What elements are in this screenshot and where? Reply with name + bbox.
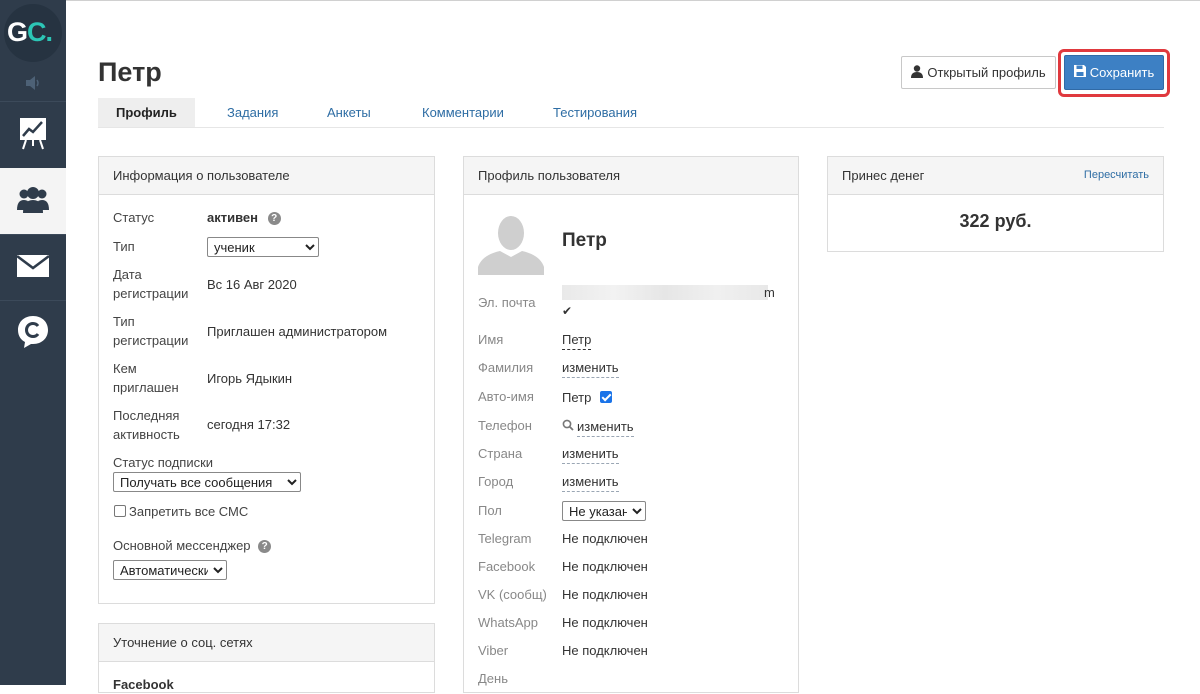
tab-comments[interactable]: Комментарии: [422, 98, 504, 127]
user-icon: [911, 64, 924, 81]
money-title: Принес денег Пересчитать: [828, 157, 1163, 195]
money-panel: Принес денег Пересчитать 322 руб.: [827, 156, 1164, 252]
facebook-label: Facebook: [478, 559, 536, 574]
floppy-disk-icon: [1073, 65, 1086, 80]
profile-title: Профиль пользователя: [464, 157, 798, 195]
nav-users[interactable]: [0, 168, 66, 234]
invited-by-label: Кем приглашен: [113, 361, 179, 395]
reg-type-label: Тип регистрации: [113, 314, 189, 348]
reg-date-label: Дата регистрации: [113, 267, 189, 301]
gender-label: Пол: [478, 503, 502, 518]
social-title: Уточнение о соц. сетях: [99, 624, 434, 662]
whatsapp-status: Не подключен: [562, 615, 648, 630]
save-button[interactable]: Сохранить: [1064, 55, 1164, 90]
gender-select[interactable]: Не указан: [562, 501, 646, 521]
type-label: Тип: [113, 239, 135, 254]
messenger-label: Основной мессенджер ?: [113, 536, 272, 555]
sidebar: GC.: [0, 0, 66, 685]
auto-name-label: Авто-имя: [478, 389, 534, 404]
no-sms-label: Запретить все СМС: [129, 504, 249, 519]
whatsapp-label: WhatsApp: [478, 615, 538, 630]
birthday-label: День: [478, 671, 508, 686]
phone-edit[interactable]: изменить: [577, 417, 634, 437]
phone-label: Телефон: [478, 418, 532, 433]
telegram-label: Telegram: [478, 531, 532, 546]
viber-status: Не подключен: [562, 643, 648, 658]
nav-chat[interactable]: [0, 300, 66, 366]
nav-mail[interactable]: [0, 234, 66, 300]
sub-status-label: Статус подписки: [113, 455, 214, 470]
invited-by-value: Игорь Ядыкин: [207, 371, 293, 386]
profile-name: Петр: [562, 230, 607, 251]
facebook-status: Не подключен: [562, 559, 648, 574]
last-active-label: Последняя активность: [113, 408, 180, 442]
tab-profile[interactable]: Профиль: [98, 98, 195, 127]
last-active-link[interactable]: сегодня 17:32: [207, 415, 290, 434]
status-label: Статус: [113, 210, 155, 225]
avatar[interactable]: [478, 211, 544, 275]
vk-status: Не подключен: [562, 587, 648, 602]
sub-status-select[interactable]: Получать все сообщения: [113, 472, 301, 492]
city-edit[interactable]: изменить: [562, 472, 619, 492]
social-panel: Уточнение о соц. сетях Facebook: [98, 623, 435, 693]
reg-date-value: Вс 16 Авг 2020: [207, 277, 297, 292]
city-label: Город: [478, 474, 514, 489]
email-redacted: [562, 285, 768, 300]
user-info-title: Информация о пользователе: [99, 157, 434, 195]
users-icon: [16, 186, 50, 217]
viber-label: Viber: [478, 643, 509, 658]
email-verified-check: ✔: [562, 304, 573, 318]
page-title: Петр: [98, 57, 162, 87]
tab-testing[interactable]: Тестирования: [553, 98, 637, 127]
reg-type-value: Приглашен администратором: [207, 324, 388, 339]
profile-panel: Профиль пользователя Петр Эл. почта m ✔ …: [463, 156, 799, 693]
tab-surveys[interactable]: Анкеты: [327, 98, 371, 127]
last-name-edit[interactable]: изменить: [562, 358, 619, 378]
tab-bar: Профиль Задания Анкеты Комментарии Тести…: [98, 98, 1164, 128]
search-icon: [562, 419, 574, 434]
email-tail: m: [764, 285, 775, 300]
speaker-icon[interactable]: [22, 72, 44, 94]
nav-analytics[interactable]: [0, 101, 66, 167]
auto-name-value: Петр: [562, 390, 592, 405]
save-label: Сохранить: [1089, 65, 1155, 80]
open-profile-label: Открытый профиль: [927, 65, 1046, 80]
chat-icon: [17, 315, 49, 352]
country-edit[interactable]: изменить: [562, 444, 619, 464]
help-icon[interactable]: ?: [267, 212, 281, 226]
mail-icon: [16, 255, 50, 280]
vk-label: VK (сообщ): [478, 587, 547, 602]
no-sms-checkbox[interactable]: [114, 505, 126, 517]
first-name-label: Имя: [478, 332, 504, 347]
country-label: Страна: [478, 446, 523, 461]
first-name-value[interactable]: Петр: [562, 330, 592, 350]
last-name-label: Фамилия: [478, 360, 534, 375]
help-icon[interactable]: ?: [258, 540, 272, 554]
type-select[interactable]: ученик: [207, 237, 319, 257]
auto-name-checkbox[interactable]: [600, 391, 612, 403]
messenger-select[interactable]: Автоматически: [113, 560, 227, 580]
logo-text: GC.: [7, 17, 53, 47]
money-amount: 322 руб.: [959, 211, 1032, 231]
logo[interactable]: GC.: [0, 0, 66, 66]
analytics-icon: [18, 116, 48, 153]
telegram-status: Не подключен: [562, 531, 648, 546]
open-profile-button[interactable]: Открытый профиль: [901, 56, 1056, 89]
recalculate-link[interactable]: Пересчитать: [1084, 157, 1149, 194]
status-value: активен ?: [207, 208, 281, 227]
email-label: Эл. почта: [478, 295, 536, 310]
tab-tasks[interactable]: Задания: [227, 98, 278, 127]
user-info-panel: Информация о пользователе Статус активен…: [98, 156, 435, 604]
